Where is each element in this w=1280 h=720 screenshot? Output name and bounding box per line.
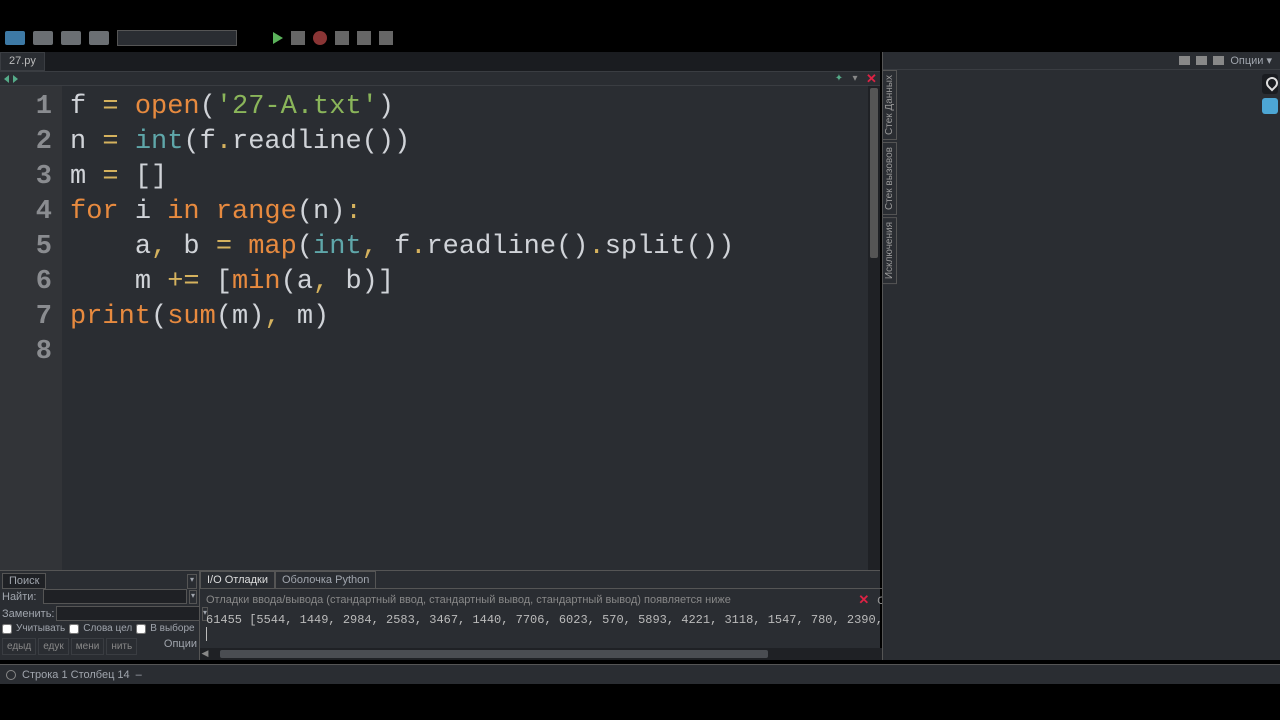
debug-icon[interactable]	[313, 31, 327, 45]
run-icon[interactable]	[273, 32, 283, 44]
panel-layout-icon[interactable]	[1179, 56, 1190, 65]
panel-layout-icon[interactable]	[1213, 56, 1224, 65]
toolbar-icon[interactable]	[335, 31, 349, 45]
right-panel: Опции ▾ Стек Данных Стек вызовов Исключе…	[882, 52, 1280, 660]
nav-prev-icon[interactable]	[4, 75, 9, 83]
right-options[interactable]: Опции ▾	[1230, 54, 1272, 67]
pin-icon[interactable]: ✦	[834, 74, 844, 84]
replace-label: Заменить:	[2, 608, 54, 620]
main-toolbar	[5, 30, 393, 46]
vtab-data-stack[interactable]: Стек Данных	[882, 70, 897, 140]
replace-all-button[interactable]: нить	[106, 638, 137, 655]
toolbar-icon[interactable]	[89, 31, 109, 45]
nav-next-icon[interactable]	[13, 75, 18, 83]
status-bar: Строка 1 Столбец 14 –	[0, 664, 1280, 684]
search-title: Поиск	[2, 573, 46, 589]
io-panel: I/O Отладки Оболочка Python Отладки ввод…	[200, 571, 925, 660]
close-icon[interactable]: ✕	[866, 74, 876, 84]
io-output[interactable]: 61455 [5544, 1449, 2984, 2583, 3467, 144…	[200, 611, 925, 648]
find-input[interactable]	[43, 589, 187, 604]
editor-scrollbar[interactable]	[868, 86, 880, 570]
text-cursor	[206, 627, 207, 641]
chevron-down-icon[interactable]: ▾	[850, 74, 860, 84]
chevron-down-icon[interactable]: ▾	[189, 590, 197, 604]
whole-word-checkbox[interactable]	[69, 624, 79, 634]
cursor-position: Строка 1 Столбец 14	[22, 669, 130, 681]
file-tab[interactable]: 27.py	[0, 52, 45, 71]
case-checkbox[interactable]	[2, 624, 12, 634]
panel-layout-icon[interactable]	[1196, 56, 1207, 65]
status-icon	[6, 670, 16, 680]
toolbar-icon[interactable]	[5, 31, 25, 45]
io-header-text: Отладки ввода/вывода (стандартный ввод, …	[206, 594, 850, 606]
replace-button[interactable]: мени	[71, 638, 105, 655]
step-icon[interactable]	[291, 31, 305, 45]
editor-tabs: 27.py	[0, 52, 880, 72]
next-button[interactable]: едук	[38, 638, 69, 655]
in-selection-checkbox[interactable]	[136, 624, 146, 634]
tab-debug-io[interactable]: I/O Отладки	[200, 571, 275, 588]
tool-icon[interactable]	[1262, 98, 1278, 114]
vtab-exceptions[interactable]: Исключения	[882, 217, 897, 284]
io-horizontal-scrollbar[interactable]: ◀ ▶	[200, 648, 925, 660]
search-panel: Поиск ▾ Найти: ▾ Заменить: ▾ Учитывать С…	[0, 571, 200, 660]
line-gutter: 1 2 3 4 5 6 7 8	[0, 86, 62, 570]
code-content[interactable]: f = open('27-A.txt') n = int(f.readline(…	[62, 86, 868, 570]
prev-button[interactable]: едыд	[2, 638, 36, 655]
toolbar-icon[interactable]	[379, 31, 393, 45]
code-editor[interactable]: 1 2 3 4 5 6 7 8 f = open('27-A.txt') n =…	[0, 86, 880, 570]
toolbar-icon[interactable]	[61, 31, 81, 45]
search-options[interactable]: Опции	[164, 638, 197, 655]
chevron-down-icon[interactable]: ▾	[187, 574, 197, 589]
pen-icon[interactable]	[1262, 74, 1278, 94]
vtab-call-stack[interactable]: Стек вызовов	[882, 142, 897, 215]
stop-icon[interactable]: ✕	[858, 592, 869, 608]
editor-nav: ✦ ▾ ✕	[0, 72, 880, 86]
tab-python-shell[interactable]: Оболочка Python	[275, 571, 376, 588]
toolbar-icon[interactable]	[33, 31, 53, 45]
toolbar-dropdown[interactable]	[117, 30, 237, 46]
toolbar-icon[interactable]	[357, 31, 371, 45]
find-label: Найти:	[2, 591, 41, 603]
replace-input[interactable]	[56, 606, 200, 621]
